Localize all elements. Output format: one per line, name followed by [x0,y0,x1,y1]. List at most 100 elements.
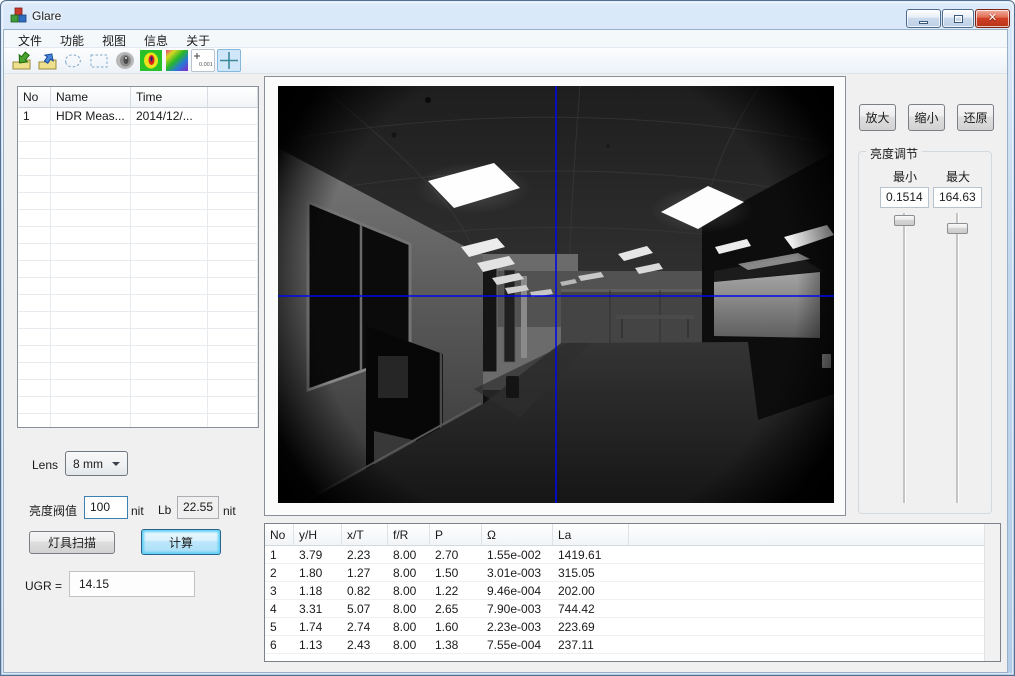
point-measure-icon[interactable]: 0.001 [191,49,215,72]
column-header[interactable]: P [430,524,482,546]
title-bar[interactable]: Glare ✕ [1,1,1014,29]
table-body: 1HDR Meas...2014/12/... [18,108,258,428]
column-header[interactable]: No [18,87,51,108]
table-cell-filler [629,600,1000,618]
palette-icon[interactable] [165,49,189,72]
table-cell [51,244,131,261]
zoom-in-button[interactable]: 放大 [859,104,896,131]
scrollbar-track[interactable] [984,524,1000,661]
zoom-out-button[interactable]: 缩小 [908,104,945,131]
ugr-label: UGR = [25,579,62,593]
min-slider-track[interactable] [903,213,905,503]
column-header-filler [629,524,1000,546]
table-cell [51,193,131,210]
table-row[interactable]: 21.801.278.001.503.01e-003315.05 [265,564,1000,582]
table-row-empty [18,193,258,210]
table-cell [18,380,51,397]
menu-item-function[interactable]: 功能 [51,30,93,48]
table-cell [131,142,208,159]
minimize-button[interactable] [906,9,941,28]
table-cell: 3.79 [294,546,342,564]
min-value-input[interactable]: 0.1514 [880,187,929,208]
table-row-empty [18,329,258,346]
column-header[interactable]: Name [51,87,131,108]
import-icon[interactable] [9,49,33,72]
column-header[interactable]: No [265,524,294,546]
hdr-image-viewer[interactable] [278,86,834,503]
scan-button[interactable]: 灯具扫描 [29,531,115,554]
table-cell: 744.42 [553,600,629,618]
table-cell-filler [208,329,258,346]
table-cell-filler [208,159,258,176]
max-slider-thumb[interactable] [947,223,968,234]
table-cell-filler [629,636,1000,654]
table-cell [51,414,131,428]
table-cell [131,312,208,329]
table-cell [51,346,131,363]
table-cell: 1.55e-002 [482,546,553,564]
table-cell [18,193,51,210]
table-cell [482,654,553,662]
column-header[interactable]: La [553,524,629,546]
menu-item-view[interactable]: 视图 [93,30,135,48]
table-cell: 3.01e-003 [482,564,553,582]
column-header[interactable]: x/T [342,524,388,546]
image-panel [264,76,846,516]
maximize-button[interactable] [942,9,974,28]
falsecolor-view-icon[interactable] [139,49,163,72]
max-slider-track[interactable] [956,213,958,503]
table-cell [265,654,294,662]
table-cell: 7.90e-003 [482,600,553,618]
lens-select[interactable]: 8 mm [65,451,128,476]
table-cell [131,329,208,346]
max-value-input[interactable]: 164.63 [933,187,982,208]
reset-button[interactable]: 还原 [957,104,994,131]
table-cell: 1.60 [430,618,482,636]
table-cell: 5 [265,618,294,636]
menu-item-about[interactable]: 关于 [177,30,219,48]
menu-item-info[interactable]: 信息 [135,30,177,48]
calculate-button[interactable]: 计算 [141,529,221,555]
table-cell-filler [629,564,1000,582]
menu-item-file[interactable]: 文件 [9,30,51,48]
table-cell-filler [208,261,258,278]
table-row-empty [18,380,258,397]
table-row[interactable]: 13.792.238.002.701.55e-0021419.61 [265,546,1000,564]
glare-window: Glare ✕ 文件 功能 视图 信息 关于 [0,0,1015,676]
table-row[interactable]: 1HDR Meas...2014/12/... [18,108,258,125]
hdr-photo [278,86,834,503]
table-cell: 2014/12/... [131,108,208,125]
table-row[interactable]: 51.742.748.001.602.23e-003223.69 [265,618,1000,636]
table-row-empty [18,227,258,244]
grayscale-view-icon[interactable] [113,49,137,72]
table-cell [51,380,131,397]
crosshair-icon[interactable] [217,49,241,72]
table-row[interactable]: 43.315.078.002.657.90e-003744.42 [265,600,1000,618]
table-cell: 2.23 [342,546,388,564]
table-cell [18,278,51,295]
column-header[interactable]: Ω [482,524,553,546]
column-header[interactable]: f/R [388,524,430,546]
threshold-input[interactable]: 100 [84,496,128,519]
lasso-select-icon[interactable] [61,49,85,72]
table-cell: 1.22 [430,582,482,600]
table-cell [51,159,131,176]
min-slider-thumb[interactable] [894,215,915,226]
column-header[interactable]: y/H [294,524,342,546]
table-row-empty [18,295,258,312]
table-cell-filler [629,618,1000,636]
table-cell-filler [208,244,258,261]
table-row-empty [18,176,258,193]
rect-select-icon[interactable] [87,49,111,72]
table-row[interactable]: 31.180.828.001.229.46e-004202.00 [265,582,1000,600]
lb-value-field: 22.55 [177,496,219,519]
close-button[interactable]: ✕ [975,9,1010,28]
export-icon[interactable] [35,49,59,72]
column-header[interactable]: Time [131,87,208,108]
table-cell-filler [208,210,258,227]
table-cell: 237.11 [553,636,629,654]
table-cell-filler [208,312,258,329]
table-row[interactable]: 61.132.438.001.387.55e-004237.11 [265,636,1000,654]
table-row-empty [18,363,258,380]
table-cell [131,244,208,261]
